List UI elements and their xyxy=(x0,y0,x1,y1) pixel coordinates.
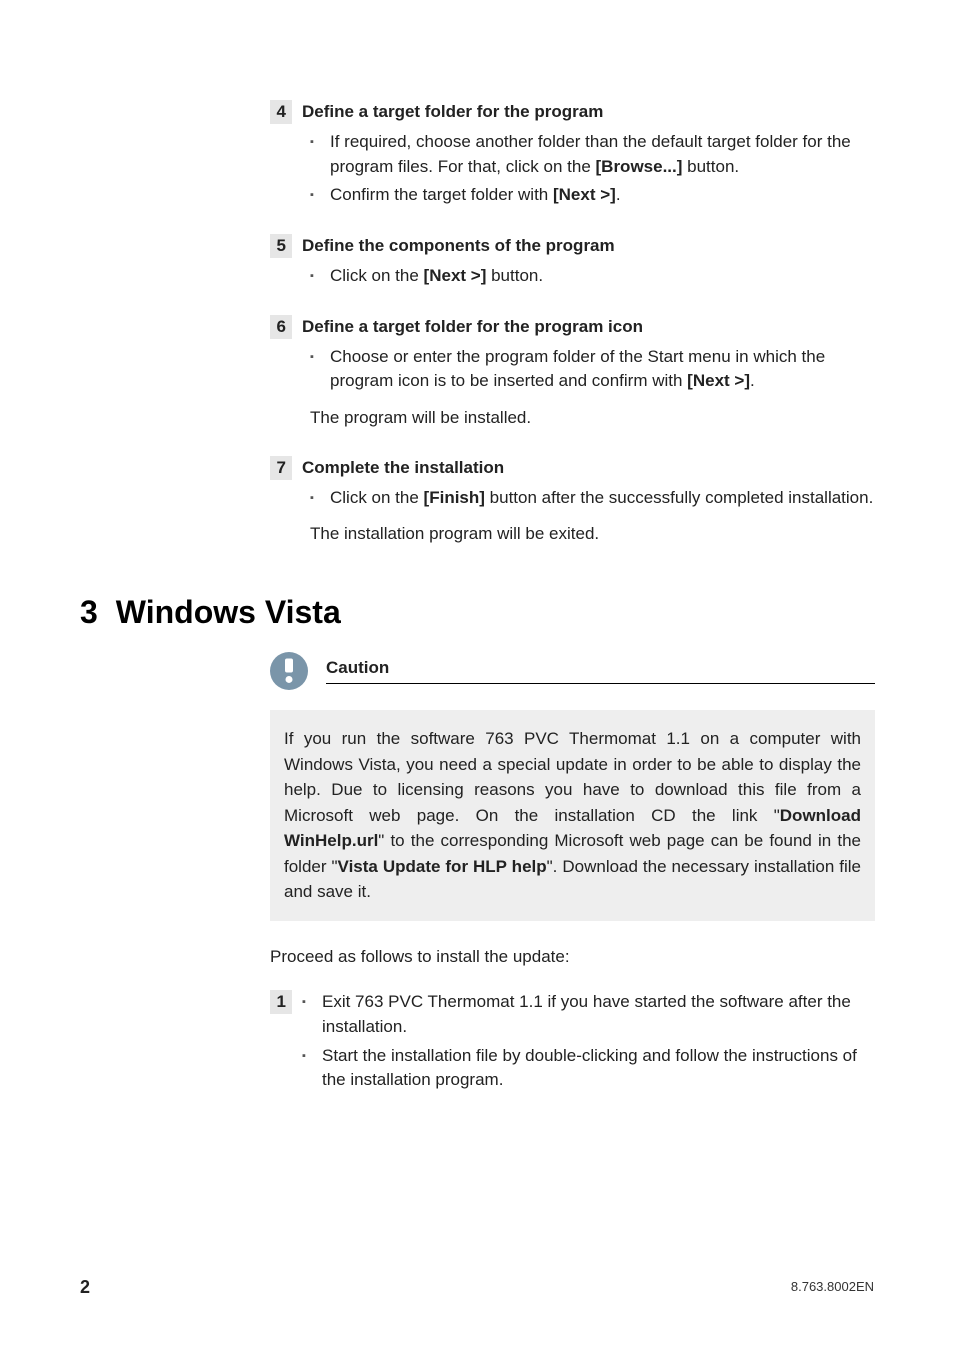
step-title: Define the components of the program xyxy=(302,234,615,258)
step-bullets: Click on the [Next >] button. xyxy=(310,264,875,289)
bullet-item: Confirm the target folder with [Next >]. xyxy=(310,183,875,208)
section-title: Windows Vista xyxy=(116,594,341,630)
step-bullets: If required, choose another folder than … xyxy=(310,130,875,208)
step-result: The program will be installed. xyxy=(310,406,875,430)
step-body: Choose or enter the program folder of th… xyxy=(310,345,875,430)
step-result: The installation program will be exited. xyxy=(310,522,875,546)
proceed-text: Proceed as follows to install the update… xyxy=(270,945,875,969)
step-title: Complete the installation xyxy=(302,456,504,480)
bullet-item: If required, choose another folder than … xyxy=(310,130,875,179)
bullet-item: Exit 763 PVC Thermomat 1.1 if you have s… xyxy=(302,990,875,1039)
caution-body: If you run the software 763 PVC Thermoma… xyxy=(270,710,875,921)
caution-title: Caution xyxy=(326,656,875,684)
vista-step-bullets: Exit 763 PVC Thermomat 1.1 if you have s… xyxy=(302,990,875,1093)
footer-doc-code: 8.763.8002EN xyxy=(791,1278,874,1296)
step-5: 5 Define the components of the program Cli… xyxy=(270,234,875,289)
steps-area: 4 Define a target folder for the program I… xyxy=(270,100,875,572)
step-number: 5 xyxy=(270,234,292,258)
step-title: Define a target folder for the program i… xyxy=(302,315,643,339)
step-header-row: 4 Define a target folder for the program xyxy=(270,100,875,124)
caution-title-wrap: Caution xyxy=(326,652,875,684)
bullet-item: Click on the [Finish] button after the s… xyxy=(310,486,875,511)
step-number: 6 xyxy=(270,315,292,339)
step-4: 4 Define a target folder for the program I… xyxy=(270,100,875,208)
step-number: 7 xyxy=(270,456,292,480)
bullet-item: Click on the [Next >] button. xyxy=(310,264,875,289)
step-bullets: Click on the [Finish] button after the s… xyxy=(310,486,875,511)
vista-section: Caution If you run the software 763 PVC … xyxy=(270,652,875,1097)
section-heading: 3 Windows Vista xyxy=(80,590,341,635)
bullet-item: Choose or enter the program folder of th… xyxy=(310,345,875,394)
step-6: 6 Define a target folder for the program … xyxy=(270,315,875,430)
step-body: If required, choose another folder than … xyxy=(310,130,875,208)
step-number: 1 xyxy=(270,990,292,1014)
caution-header-row: Caution xyxy=(270,652,875,690)
step-7: 7 Complete the installation Click on the [… xyxy=(270,456,875,546)
section-number: 3 xyxy=(80,594,98,630)
step-header-row: 6 Define a target folder for the program … xyxy=(270,315,875,339)
page-footer: 2 8.763.8002EN xyxy=(80,1275,874,1300)
caution-icon xyxy=(270,652,308,690)
step-header-row: 5 Define the components of the program xyxy=(270,234,875,258)
step-bullets: Choose or enter the program folder of th… xyxy=(310,345,875,394)
step-body: Click on the [Next >] button. xyxy=(310,264,875,289)
vista-step-1: 1 Exit 763 PVC Thermomat 1.1 if you have… xyxy=(270,990,875,1097)
step-body: Click on the [Finish] button after the s… xyxy=(310,486,875,546)
step-title: Define a target folder for the program xyxy=(302,100,603,124)
step-number: 4 xyxy=(270,100,292,124)
footer-page-number: 2 xyxy=(80,1275,90,1300)
step-header-row: 7 Complete the installation xyxy=(270,456,875,480)
bullet-item: Start the installation file by double-cl… xyxy=(302,1044,875,1093)
